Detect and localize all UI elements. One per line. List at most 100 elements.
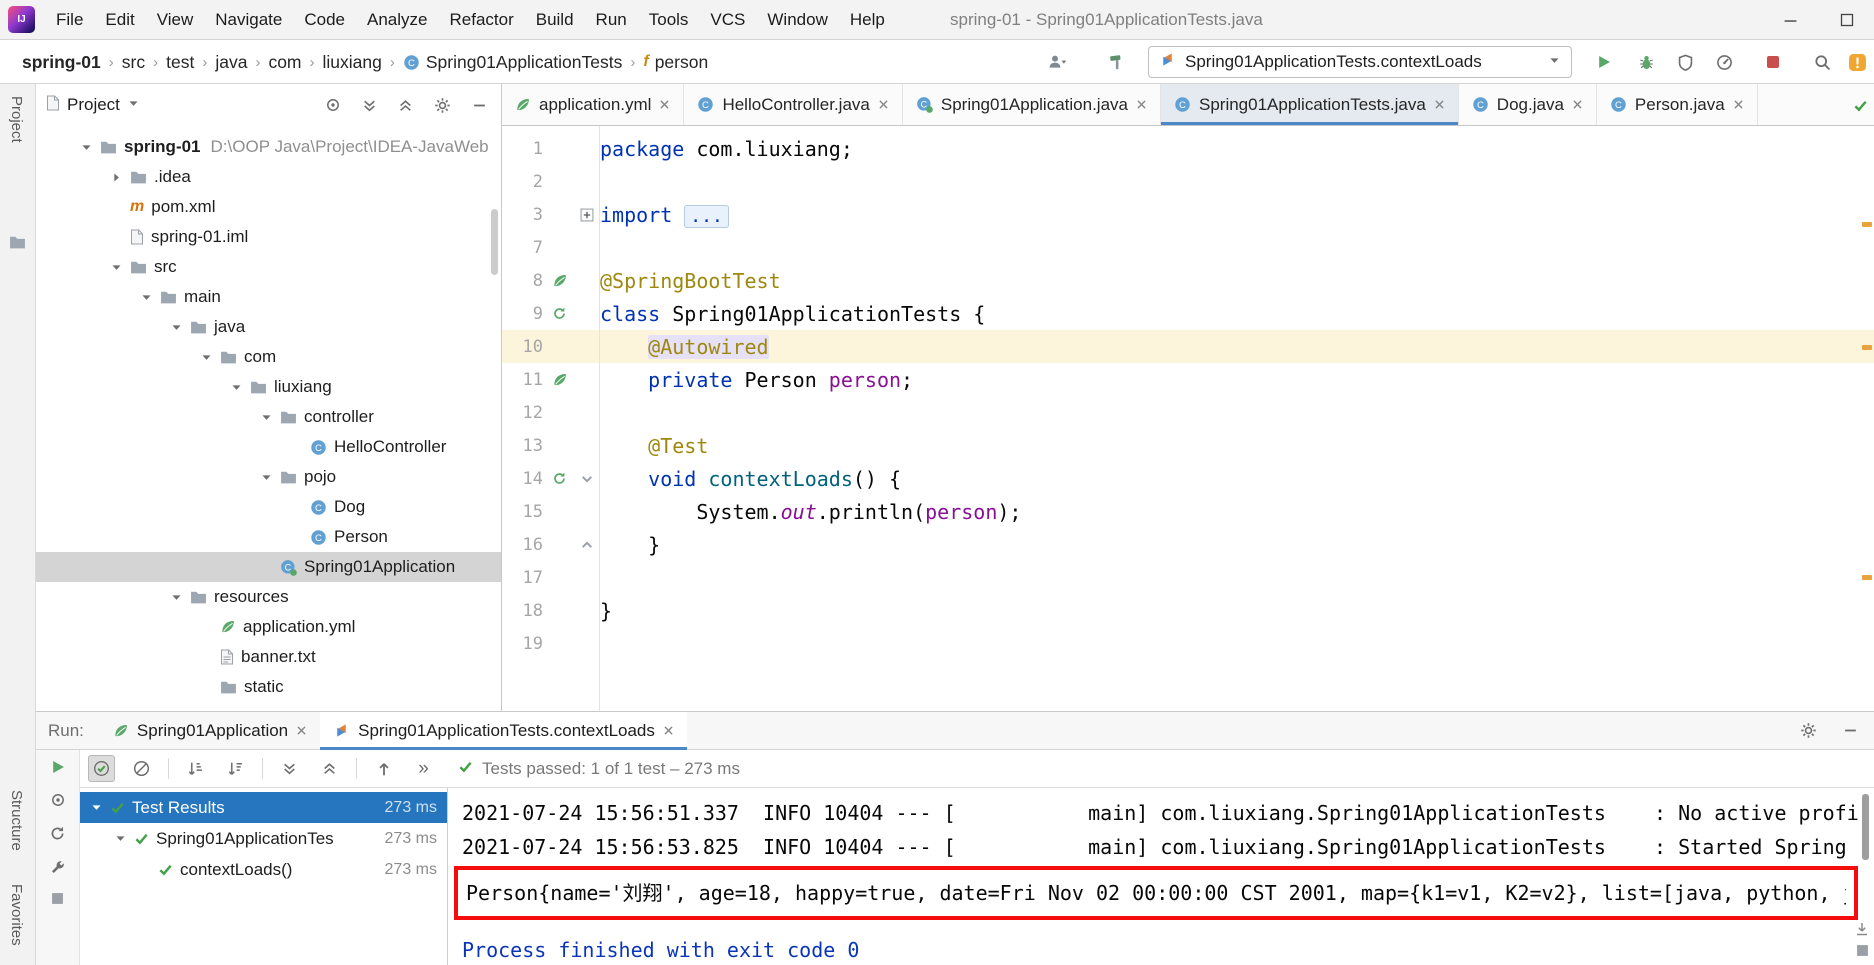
show-passed-button[interactable] (88, 755, 115, 782)
folder-icon[interactable] (9, 234, 26, 255)
build-hammer-icon[interactable] (1108, 40, 1126, 84)
menu-file[interactable]: File (45, 0, 94, 40)
scroll-to-end-icon[interactable] (1855, 922, 1869, 936)
project-tree[interactable]: spring-01 D:\OOP Java\Project\IDEA-JavaWe… (36, 126, 501, 711)
run-test-icon[interactable] (552, 471, 567, 486)
sort-by-duration-button[interactable] (222, 755, 249, 782)
warning-stripe-mark[interactable] (1862, 222, 1872, 227)
close-icon[interactable] (663, 725, 674, 736)
tree-chevron-icon[interactable] (260, 471, 280, 484)
maximize-button[interactable] (1840, 13, 1854, 27)
project-tree-item-pom.xml[interactable]: m pom.xml (36, 192, 501, 222)
menu-run[interactable]: Run (585, 0, 638, 40)
warning-stripe-mark[interactable] (1862, 345, 1872, 350)
breadcrumb-java[interactable]: java (215, 52, 247, 73)
previous-occurrence-button[interactable] (370, 755, 397, 782)
project-tree-item-HelloController[interactable]: C HelloController (36, 432, 501, 462)
notifications-icon[interactable] (1848, 40, 1867, 84)
test-result-Spring01ApplicationTes[interactable]: Spring01ApplicationTes 273 ms (80, 823, 447, 854)
menu-view[interactable]: View (146, 0, 205, 40)
editor-tab-Person.java[interactable]: C Person.java (1597, 84, 1758, 125)
tool-window-button-favorites[interactable]: Favorites (8, 884, 25, 946)
search-icon[interactable] (1814, 40, 1831, 84)
rerun-auto-button[interactable] (49, 825, 66, 842)
tree-chevron-icon[interactable] (80, 141, 100, 154)
tree-chevron-icon[interactable] (230, 381, 250, 394)
minimize-button[interactable] (1783, 13, 1798, 28)
tree-chevron-icon[interactable] (200, 351, 220, 364)
project-tree-item-static[interactable]: static (36, 672, 501, 702)
close-icon[interactable] (1733, 99, 1744, 110)
close-icon[interactable] (659, 99, 670, 110)
project-tree-item-spring-01.iml[interactable]: spring-01.iml (36, 222, 501, 252)
fold-plus-icon[interactable] (580, 208, 594, 222)
menu-code[interactable]: Code (293, 0, 356, 40)
project-scrollbar[interactable] (491, 209, 498, 275)
close-icon[interactable] (1434, 99, 1445, 110)
run-tab-Spring01ApplicationTests.contextLoads[interactable]: Spring01ApplicationTests.contextLoads (320, 711, 687, 750)
stop-button[interactable] (1766, 40, 1780, 84)
breadcrumb-spring-01[interactable]: spring-01 (22, 52, 101, 73)
breadcrumb-test[interactable]: test (166, 52, 194, 73)
breadcrumb-liuxiang[interactable]: liuxiang (323, 52, 382, 73)
breadcrumb-person[interactable]: f person (643, 52, 708, 73)
editor-tab-Dog.java[interactable]: C Dog.java (1459, 84, 1597, 125)
test-result-Test Results[interactable]: Test Results 273 ms (80, 792, 447, 823)
inspections-ok-icon[interactable] (1853, 98, 1868, 118)
project-tree-item-Person[interactable]: C Person (36, 522, 501, 552)
users-icon[interactable] (1048, 40, 1068, 84)
menu-tools[interactable]: Tools (638, 0, 700, 40)
run-tab-Spring01Application[interactable]: Spring01Application (100, 712, 320, 750)
close-icon[interactable] (296, 725, 307, 736)
soft-wrap-icon[interactable] (1856, 944, 1869, 957)
spring-bean-icon[interactable] (552, 372, 568, 388)
settings-icon[interactable] (434, 97, 451, 114)
collapse-all-icon[interactable] (398, 98, 413, 113)
close-icon[interactable] (1136, 99, 1147, 110)
settings-icon[interactable] (1800, 722, 1817, 739)
menu-window[interactable]: Window (756, 0, 838, 40)
menu-refactor[interactable]: Refactor (438, 0, 524, 40)
tree-chevron-icon[interactable] (114, 832, 134, 845)
tree-chevron-icon[interactable] (170, 321, 190, 334)
breadcrumb-Spring01ApplicationTests[interactable]: C Spring01ApplicationTests (403, 52, 622, 73)
tree-chevron-icon[interactable] (110, 171, 130, 184)
fold-up-icon[interactable] (580, 538, 594, 552)
project-tree-item-controller[interactable]: controller (36, 402, 501, 432)
editor-tab-application.yml[interactable]: application.yml (502, 84, 685, 125)
menu-analyze[interactable]: Analyze (356, 0, 438, 40)
test-results-tree[interactable]: Test Results 273 ms Spring01ApplicationTes… (80, 788, 447, 965)
fold-down-icon[interactable] (580, 472, 594, 486)
sort-alphabetically-button[interactable] (182, 755, 209, 782)
breadcrumb-com[interactable]: com (268, 52, 301, 73)
expand-all-icon[interactable] (362, 98, 377, 113)
menu-navigate[interactable]: Navigate (204, 0, 293, 40)
close-icon[interactable] (1572, 99, 1583, 110)
pin-tab-button[interactable] (51, 892, 64, 905)
project-tree-item-liuxiang[interactable]: liuxiang (36, 372, 501, 402)
project-tree-item-Dog[interactable]: C Dog (36, 492, 501, 522)
hide-icon[interactable] (472, 98, 487, 113)
run-test-icon[interactable] (552, 306, 567, 321)
chevron-down-icon[interactable] (127, 95, 140, 115)
run-button[interactable] (1596, 40, 1612, 84)
editor-tab-Spring01ApplicationTests.java[interactable]: C Spring01ApplicationTests.java (1160, 84, 1459, 125)
locate-icon[interactable] (325, 97, 341, 113)
project-tree-item-banner.txt[interactable]: banner.txt (36, 642, 501, 672)
editor-tab-Spring01Application.java[interactable]: C Spring01Application.java (903, 84, 1161, 125)
menu-help[interactable]: Help (839, 0, 896, 40)
expand-all-button[interactable] (276, 755, 303, 782)
menu-vcs[interactable]: VCS (699, 0, 756, 40)
tree-chevron-icon[interactable] (90, 801, 110, 814)
spring-leaf-icon[interactable] (552, 273, 568, 289)
test-settings-button[interactable] (50, 859, 66, 875)
warning-stripe-mark[interactable] (1862, 575, 1872, 580)
debug-button[interactable] (1638, 40, 1655, 84)
project-tree-item-src[interactable]: src (36, 252, 501, 282)
project-tree-item-main[interactable]: main (36, 282, 501, 312)
editor-tab-HelloController.java[interactable]: C HelloController.java (684, 84, 903, 125)
project-tree-item-spring-01[interactable]: spring-01 D:\OOP Java\Project\IDEA-JavaWe… (36, 132, 501, 162)
console-scrollbar[interactable] (1862, 794, 1869, 860)
rerun-tests-button[interactable] (50, 759, 66, 775)
project-tree-item-com[interactable]: com (36, 342, 501, 372)
